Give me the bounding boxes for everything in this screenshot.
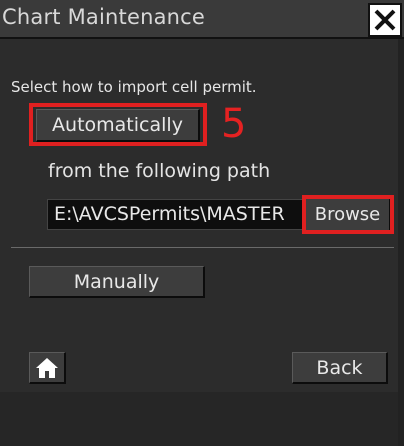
automatically-highlight [29,103,207,146]
title-bar: Chart Maintenance [0,0,404,39]
window-title: Chart Maintenance [2,5,206,29]
dialog-bottom-strip [0,392,398,446]
manually-button[interactable]: Manually [29,266,205,298]
import-prompt: Select how to import cell permit. [11,78,257,96]
path-field[interactable]: E:\AVCSPermits\MASTER [47,199,307,230]
home-icon [36,357,58,378]
back-button[interactable]: Back [292,352,388,384]
browse-highlight [302,195,394,234]
home-button[interactable] [29,352,66,384]
step-number: 5 [221,101,247,147]
from-path-label: from the following path [48,160,271,182]
close-button[interactable] [368,3,402,37]
close-icon [374,9,396,31]
path-value: E:\AVCSPermits\MASTER [54,203,285,225]
divider [11,247,394,248]
right-edge [398,39,404,446]
